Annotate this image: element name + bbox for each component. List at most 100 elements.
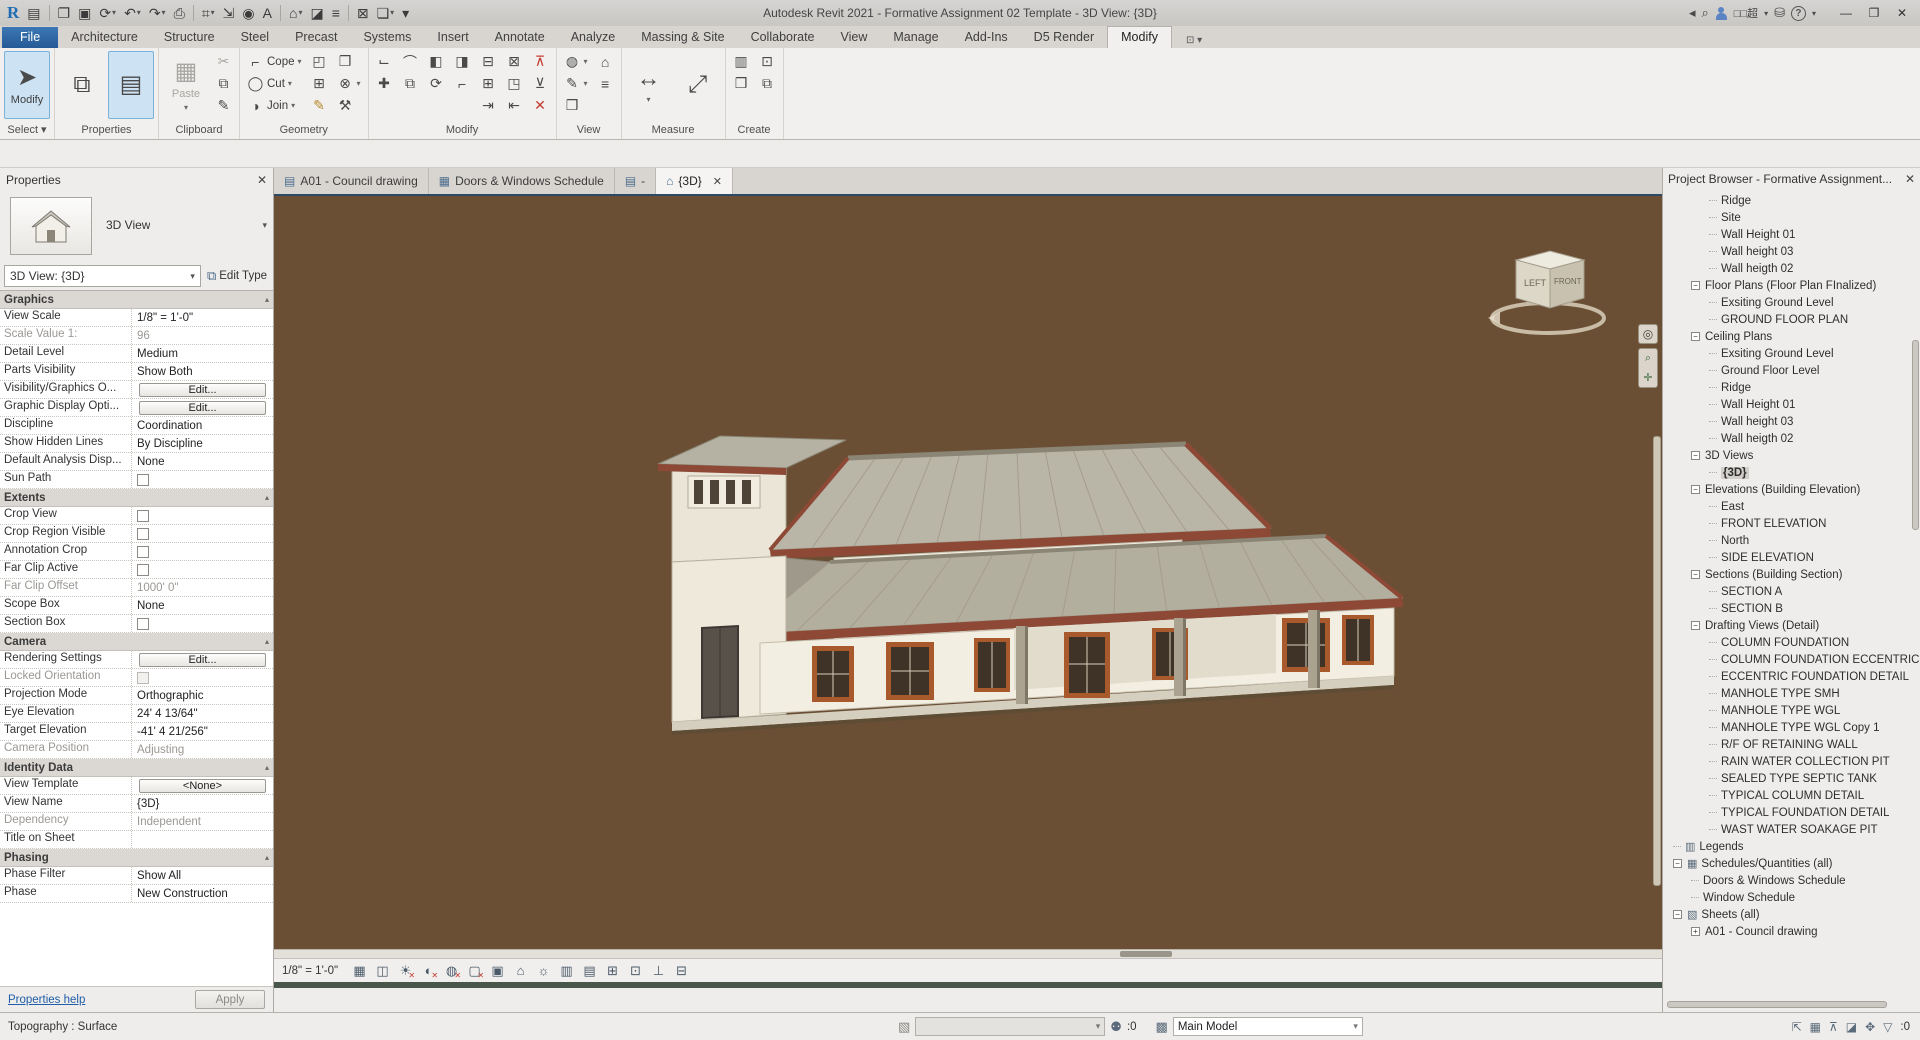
dropdown-caret-icon[interactable]: ▾ [137,2,141,24]
tree-item[interactable]: ▥Legends [1663,838,1920,855]
property-value[interactable] [132,831,273,848]
show-rendering-dialog-icon[interactable]: ◍✕ [442,962,461,980]
zoom-icon[interactable]: ⌕ [1645,349,1651,368]
property-value[interactable] [132,561,273,578]
property-section-graphics[interactable]: Graphics▴ [0,291,273,309]
properties-help-link[interactable]: Properties help [8,994,85,1006]
temporary-view-properties-icon[interactable]: ▤ [580,962,599,980]
property-value[interactable] [132,471,273,488]
collapse-section-icon[interactable]: ▴ [265,295,269,304]
canvas-vertical-scrollbar[interactable] [1653,436,1661,886]
mirror-pick-axis-button[interactable]: ◧ [425,51,448,72]
pin-button[interactable]: ⊼ [529,51,552,72]
split-element-button[interactable]: ⊟ [477,51,500,72]
active-workset-combo[interactable]: ▾ [915,1017,1105,1036]
selection-filter-icon[interactable]: ▽ [1883,1020,1892,1034]
edit-button[interactable]: Edit... [139,653,266,667]
default-3d-view-icon[interactable]: ⌂▾ [286,2,305,24]
panel-label[interactable]: View [557,122,621,139]
wall-opening-button[interactable]: ◰ [308,51,331,72]
measure-icon[interactable]: ⌗▾ [199,2,218,24]
dropdown-caret-icon[interactable]: ▾ [390,2,394,24]
dropdown-caret-icon[interactable]: ▾ [647,95,651,104]
search-collapse-icon[interactable]: ◂ [1689,5,1696,21]
tree-item[interactable]: −Drafting Views (Detail) [1663,617,1920,634]
view-tab-doors-windows-schedule[interactable]: ▦Doors & Windows Schedule [429,168,615,194]
select-by-face-icon[interactable]: ◪ [1846,1020,1857,1034]
collapse-section-icon[interactable]: ▴ [265,763,269,772]
join-geometry-button[interactable]: ◑Join▾ [244,95,305,116]
aligned-dimension-icon[interactable]: ⇲ [220,2,238,24]
property-value[interactable] [132,525,273,542]
tree-item[interactable]: −▧Sheets (all) [1663,906,1920,923]
project-browser-close-icon[interactable]: ✕ [1905,172,1915,186]
offset-button[interactable]: ⌒ [399,51,422,72]
ribbon-tab-massing-site[interactable]: Massing & Site [628,27,737,48]
create-legend-button[interactable]: ▥ [730,51,753,72]
tree-item[interactable]: MANHOLE TYPE WGL [1663,702,1920,719]
model-canvas[interactable]: LEFT FRONT ◎ ⌕ ✛ [274,196,1662,958]
tree-item[interactable]: Wall height 03 [1663,243,1920,260]
tree-item[interactable]: East [1663,498,1920,515]
undo-icon[interactable]: ↶▾ [121,2,144,24]
property-value[interactable]: Medium [132,345,273,362]
apply-coping-button[interactable]: ❒ [334,51,364,72]
dropdown-caret-icon[interactable]: ▾ [184,103,188,112]
close-view-tab-icon[interactable]: ✕ [713,175,722,188]
editing-requests-icon[interactable]: ⚉ [1110,1019,1122,1035]
ribbon-tab-analyze[interactable]: Analyze [558,27,628,48]
tree-item[interactable]: {3D} [1663,464,1920,481]
property-checkbox[interactable] [137,528,149,540]
ribbon-tab-collaborate[interactable]: Collaborate [738,27,828,48]
property-checkbox[interactable] [137,618,149,630]
search-icon[interactable]: ⌕ [1701,5,1708,21]
tree-item[interactable]: −▦Schedules/Quantities (all) [1663,855,1920,872]
tree-item[interactable]: SECTION A [1663,583,1920,600]
tree-item[interactable]: −Ceiling Plans [1663,328,1920,345]
property-value[interactable]: Show Both [132,363,273,380]
beam-opening-button[interactable]: ⊞ [308,73,331,94]
tree-item[interactable]: RAIN WATER COLLECTION PIT [1663,753,1920,770]
help-icon[interactable]: ? [1791,6,1806,21]
collapse-section-icon[interactable]: ▴ [265,637,269,646]
tree-item[interactable]: Ground Floor Level [1663,362,1920,379]
design-option-combo[interactable]: Main Model▾ [1173,1017,1363,1036]
modify-tool-button[interactable]: ➤Modify [4,51,50,119]
collapse-section-icon[interactable]: ▴ [265,493,269,502]
collapse-node-icon[interactable]: − [1691,485,1700,494]
property-checkbox[interactable] [137,510,149,522]
switch-windows-icon[interactable]: ❏▾ [374,2,398,24]
dropdown-caret-icon[interactable]: ▾ [291,101,295,110]
tree-item[interactable]: Wall height 03 [1663,413,1920,430]
tree-item[interactable]: TYPICAL COLUMN DETAIL [1663,787,1920,804]
array-button[interactable]: ⊞ [477,73,500,94]
tree-item[interactable]: Exsiting Ground Level [1663,345,1920,362]
minimize-button[interactable]: — [1832,2,1860,24]
property-value[interactable]: Orthographic [132,687,273,704]
rotate-button[interactable]: ⟳ [425,73,448,94]
remove-coping-button[interactable]: ⊗▾ [334,73,364,94]
copy-to-clipboard-button[interactable]: ⧉ [212,73,235,94]
tree-item[interactable]: SIDE ELEVATION [1663,549,1920,566]
tree-item[interactable]: R/F OF RETAINING WALL [1663,736,1920,753]
tree-item[interactable]: COLUMN FOUNDATION [1663,634,1920,651]
worksets-icon[interactable]: ▧ [898,1019,910,1035]
temporary-hide-isolate-icon[interactable]: ⌂ [511,962,530,980]
dropdown-caret-icon[interactable]: ▾ [112,2,116,24]
property-value[interactable]: 96 [132,327,273,344]
panel-label[interactable]: Geometry [240,122,368,139]
dropdown-caret-icon[interactable]: ▾ [357,79,361,88]
property-value[interactable] [132,507,273,524]
edit-button[interactable]: Edit... [139,383,266,397]
tree-item[interactable]: MANHOLE TYPE WGL Copy 1 [1663,719,1920,736]
collapse-node-icon[interactable]: − [1673,910,1682,919]
property-value[interactable]: New Construction [132,885,273,902]
property-value[interactable]: {3D} [132,795,273,812]
lock-3d-view-icon[interactable]: ⊟ [672,962,691,980]
cope-button[interactable]: ⌐Cope▾ [244,51,305,72]
tree-item[interactable]: North [1663,532,1920,549]
collapse-node-icon[interactable]: − [1691,570,1700,579]
property-value[interactable]: Edit... [132,651,273,668]
thin-lines-icon[interactable]: ≡ [329,2,343,24]
dropdown-caret-icon[interactable]: ▾ [211,2,215,24]
